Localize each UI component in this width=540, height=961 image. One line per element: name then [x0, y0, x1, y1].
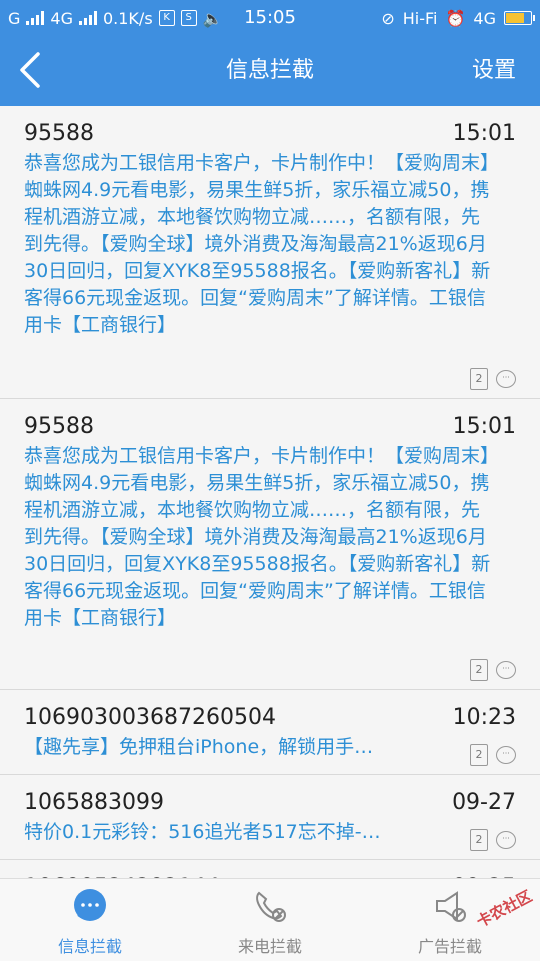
message-item[interactable]: 95588 15:01 恭喜您成为工银信用卡客户，卡片制作中！【爱购周末】蜘蛛网… — [0, 106, 540, 399]
message-body: 恭喜您成为工银信用卡客户，卡片制作中！【爱购周末】蜘蛛网4.9元看电影，易果生鲜… — [24, 152, 491, 336]
battery-icon — [504, 11, 535, 25]
sim-card-icon: 2 — [470, 829, 488, 851]
message-sender: 95588 — [24, 414, 94, 439]
message-item[interactable]: 1065883099 09-27 特价0.1元彩铃：516追光者517忘不掉-…… — [0, 775, 540, 860]
message-item[interactable]: 95588 15:01 恭喜您成为工银信用卡客户，卡片制作中！【爱购周末】蜘蛛网… — [0, 399, 540, 690]
message-body: 特价0.1元彩铃：516追光者517忘不掉-… — [24, 821, 381, 843]
tab-label: 来电拦截 — [237, 937, 302, 956]
network-badge: 4G — [473, 8, 496, 28]
message-body: 恭喜您成为工银信用卡客户，卡片制作中！【爱购周末】蜘蛛网4.9元看电影，易果生鲜… — [24, 445, 491, 629]
message-time: 10:23 — [452, 705, 516, 730]
sim-card-icon: 2 — [470, 368, 488, 390]
message-sender: 95588 — [24, 121, 94, 146]
title-bar: 信息拦截 设置 — [0, 36, 540, 106]
status-bar: G 4G 0.1K/s K S 🔈 15:05 ⊘ Hi-Fi ⏰ 4G — [0, 0, 540, 36]
message-block-icon — [74, 889, 106, 921]
chat-bubble-icon: ··· — [496, 661, 516, 679]
message-item[interactable]: 10690524292144 09-25 — [0, 860, 540, 878]
mute-icon: ⊘ — [381, 8, 395, 28]
message-list: 95588 15:01 恭喜您成为工银信用卡客户，卡片制作中！【爱购周末】蜘蛛网… — [0, 106, 540, 878]
message-time: 15:01 — [452, 414, 516, 439]
tab-label: 信息拦截 — [57, 937, 122, 956]
phone-block-icon — [256, 891, 286, 922]
chat-bubble-icon: ··· — [496, 370, 516, 388]
tab-call-block[interactable]: 来电拦截 — [180, 879, 360, 961]
tab-message-block[interactable]: 信息拦截 — [0, 879, 180, 961]
message-sender: 1065883099 — [24, 790, 164, 815]
message-sender: 106903003687260504 — [24, 705, 276, 730]
page-title: 信息拦截 — [225, 58, 314, 83]
alarm-icon: ⏰ — [445, 8, 466, 28]
message-time: 15:01 — [452, 121, 516, 146]
sim-card-icon: 2 — [470, 659, 488, 681]
bottom-tab-bar: 信息拦截 来电拦截 广告拦截 — [0, 878, 540, 961]
settings-button[interactable]: 设置 — [472, 36, 516, 106]
ad-block-icon — [436, 891, 466, 922]
message-time: 09-27 — [452, 790, 516, 815]
chat-bubble-icon: ··· — [496, 746, 516, 764]
message-body: 【趣先享】免押租台iPhone，解锁用手… — [24, 736, 374, 758]
message-item[interactable]: 106903003687260504 10:23 【趣先享】免押租台iPhone… — [0, 690, 540, 775]
wifi-label: Hi-Fi — [402, 8, 438, 28]
sim-card-icon: 2 — [470, 744, 488, 766]
tab-label: 广告拦截 — [417, 937, 482, 956]
status-right: ⊘ Hi-Fi ⏰ 4G — [381, 0, 535, 36]
chat-bubble-icon: ··· — [496, 831, 516, 849]
